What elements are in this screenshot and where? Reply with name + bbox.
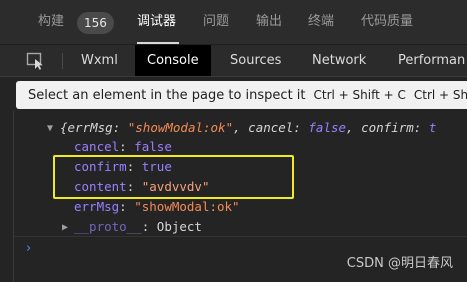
- tab-console[interactable]: Console: [135, 45, 211, 76]
- hint-shortcut-alt: Ctrl + Sh: [413, 88, 467, 102]
- proto-row[interactable]: __proto__: Object: [74, 218, 202, 236]
- property-row: cancel: false: [74, 139, 172, 154]
- property-row: errMsg: "showModal:ok": [74, 199, 240, 214]
- build-count-badge: 156: [77, 12, 114, 34]
- tab-code-quality[interactable]: 代码质量: [361, 14, 413, 30]
- console-gutter: [13, 111, 14, 282]
- property-row: content: "avdvvdv": [74, 179, 210, 194]
- hint-text: Select an element in the page to inspect…: [28, 88, 306, 103]
- tab-performance[interactable]: Performan: [386, 45, 467, 76]
- chevron-right-icon[interactable]: ›: [26, 241, 31, 256]
- tab-network[interactable]: Network: [300, 45, 378, 76]
- tab-output[interactable]: 输出: [256, 14, 282, 30]
- tab-sources[interactable]: Sources: [218, 45, 293, 76]
- element-picker-icon[interactable]: [26, 52, 46, 70]
- console-divider: [14, 236, 467, 237]
- tab-build[interactable]: 构建: [38, 14, 64, 30]
- tab-terminal[interactable]: 终端: [308, 14, 334, 30]
- toolbar-divider: [62, 53, 63, 69]
- inspect-hint-tooltip: Select an element in the page to inspect…: [16, 81, 467, 109]
- tab-debugger[interactable]: 调试器: [137, 14, 176, 30]
- watermark: CSDN @明日春风: [346, 256, 453, 271]
- tab-problems[interactable]: 问题: [203, 14, 229, 30]
- devtools-tab-bar: Wxml Console Sources Network Performan: [0, 45, 467, 77]
- property-row: confirm: true: [74, 159, 172, 174]
- object-summary[interactable]: {errMsg: "showModal:ok", cancel: false, …: [60, 119, 436, 137]
- hint-shortcut: Ctrl + Shift + C: [313, 88, 406, 102]
- top-tab-bar: 构建 156 调试器 问题 输出 终端 代码质量: [0, 0, 467, 45]
- triangle-right-icon[interactable]: ▶: [62, 222, 68, 233]
- triangle-down-icon[interactable]: ▼: [47, 123, 53, 134]
- tab-wxml[interactable]: Wxml: [69, 45, 130, 76]
- active-tab-indicator: [137, 42, 179, 44]
